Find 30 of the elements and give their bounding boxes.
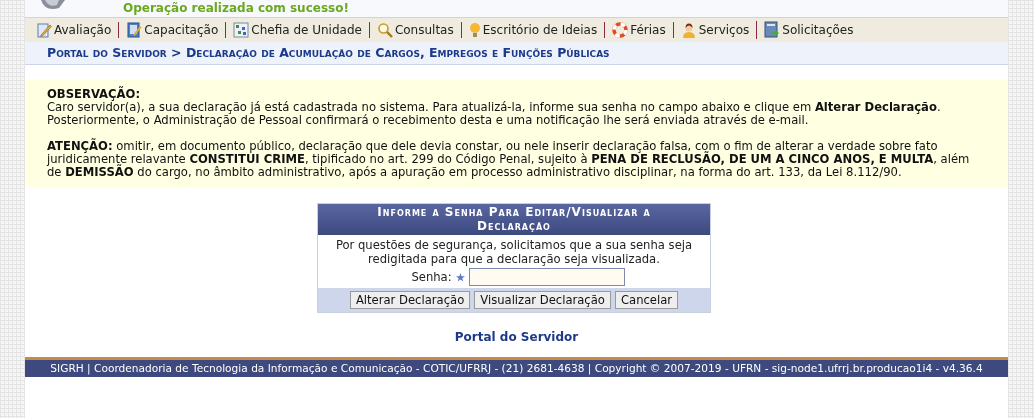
form-button[interactable]: Cancelar bbox=[614, 291, 679, 309]
form-button[interactable]: Visualizar Declaração bbox=[474, 291, 611, 309]
notice-text: ATENÇÃO: omitir, em documento público, declaração que dele devia constar, ou nele inserir declaração falsa, com o fim de alterar a verdade sobre fato juridicamente relavante CONSTITUI CRIME, tipificado no art. 299 do Código Penal, sujeito à PENA DE RECLUSÃO, DE UM A CINCO ANOS, E MULTA, além de DEMISSÃO do cargo, no âmbito administrativo, após a apuração em processo administrativo disciplinar, na forma do art. 133, da Lei 8.112/90. bbox=[47, 140, 971, 179]
logo-icon bbox=[39, 0, 67, 12]
breadcrumb: Portal do Servidor > Declaração de Acumulação de Cargos, Empregos e Funções Públicas bbox=[25, 42, 1008, 65]
menu-item[interactable]: Serviços bbox=[672, 22, 750, 38]
search-icon bbox=[376, 22, 393, 38]
menu-item[interactable]: Capacitação bbox=[118, 22, 219, 38]
form-button[interactable]: Alterar Declaração bbox=[349, 291, 471, 309]
menu-item[interactable]: Escritório de Ideias bbox=[460, 22, 598, 38]
menu-item[interactable]: Solicitações bbox=[756, 21, 854, 39]
home-link[interactable]: Portal do Servidor bbox=[454, 330, 579, 344]
grid-chart-icon bbox=[233, 22, 250, 38]
menu-item[interactable]: Férias bbox=[604, 22, 666, 38]
footer: SIGRH | Coordenadoria de Tecnologia da Informação e Comunicação - COTIC/UFRRJ - (21) 2681-4638 | Copyright © 2007-2019 - UFRN - sig-node1.ufrrj.br.producao1i4 - v4.36.4 bbox=[25, 357, 1008, 377]
form-message: Por questões de segurança, solicitamos que a sua senha seja redigitada para que a declaração seja visualizada. bbox=[334, 238, 694, 266]
menu-item[interactable]: Consultas bbox=[368, 22, 454, 38]
person-icon bbox=[680, 22, 697, 38]
password-field[interactable] bbox=[468, 268, 625, 286]
pencil-page-icon bbox=[36, 22, 52, 38]
lifebuoy-icon bbox=[612, 22, 629, 38]
menu-item[interactable]: Avaliação bbox=[36, 22, 112, 38]
notice-text: Caro servidor(a), a sua declaração já está cadastrada no sistema. Para atualizá-la, informe sua senha no campo abaixo e clique em Alterar Declaração. Posteriormente, o Administração de Pessoal confirmará o recebimento desta e uma notificação lhe será enviada através de e-mail. bbox=[47, 101, 942, 127]
form-title: Informe a Senha Para Editar/Visualizar a Declaração bbox=[318, 204, 710, 235]
lightbulb-icon bbox=[468, 22, 481, 38]
field-label: Senha: bbox=[411, 270, 452, 284]
notice-text: OBSERVAÇÃO: bbox=[47, 88, 142, 101]
notebook-icon bbox=[126, 22, 143, 38]
menu-item[interactable]: Chefia de Unidade bbox=[225, 22, 362, 38]
status-message: Operação realizada com sucesso! bbox=[123, 1, 349, 15]
